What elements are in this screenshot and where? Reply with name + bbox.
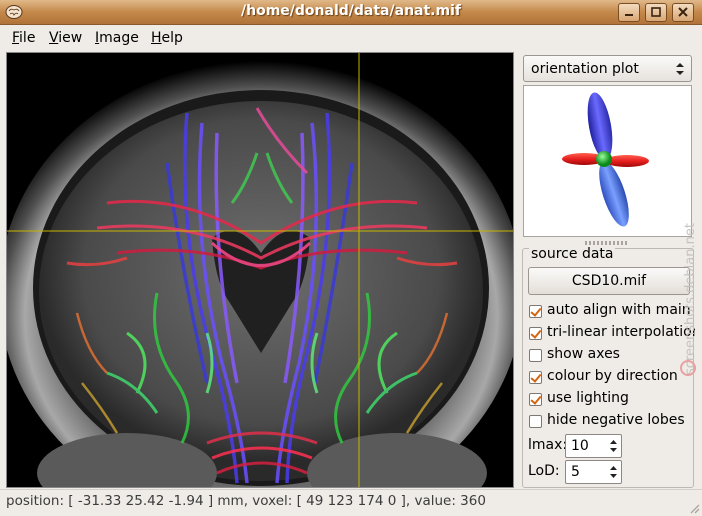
maximize-button[interactable]	[645, 3, 667, 22]
maximize-icon	[651, 7, 661, 17]
plot-mode-select[interactable]: orientation plot	[523, 55, 692, 82]
source-data-group: source data CSD10.mif auto align with ma…	[522, 246, 695, 488]
source-data-title: source data	[529, 246, 616, 262]
checkbox-trilinear-box[interactable]	[529, 327, 542, 340]
menu-file-mnemonic: F	[12, 30, 20, 46]
checkbox-auto-align-box[interactable]	[529, 305, 542, 318]
checkbox-use-lighting-box[interactable]	[529, 393, 542, 406]
lod-spinbox[interactable]: 5	[565, 460, 622, 484]
lmax-value[interactable]: 10	[571, 438, 589, 454]
menu-help[interactable]: Help	[151, 30, 183, 46]
plot-mode-value: orientation plot	[531, 61, 639, 77]
status-text: position: [ -31.33 25.42 -1.94 ] mm, vox…	[6, 493, 486, 509]
checkbox-hide-negative-label: hide negative lobes	[547, 412, 685, 428]
checkbox-hide-negative[interactable]: hide negative lobes	[529, 412, 695, 432]
menu-view-mnemonic: V	[49, 30, 59, 46]
checkbox-show-axes-label: show axes	[547, 346, 620, 362]
orientation-glyph-view[interactable]	[523, 85, 692, 237]
minimize-button[interactable]	[618, 3, 640, 22]
source-file-button[interactable]: CSD10.mif	[528, 267, 690, 295]
menu-file[interactable]: File	[12, 30, 35, 46]
checkbox-hide-negative-box[interactable]	[529, 415, 542, 428]
brain-tractography-image	[7, 53, 513, 487]
checkbox-use-lighting[interactable]: use lighting	[529, 390, 695, 410]
checkbox-trilinear-label: tri-linear interpolation	[547, 324, 695, 340]
checkbox-auto-align[interactable]: auto align with main view	[529, 302, 695, 322]
checkbox-colour-direction[interactable]: colour by direction	[529, 368, 695, 388]
checkbox-auto-align-label: auto align with main view	[547, 302, 695, 318]
lmax-label: lmax:	[528, 437, 568, 453]
checkbox-show-axes-box[interactable]	[529, 349, 542, 362]
menu-help-label: elp	[161, 30, 183, 46]
close-icon	[678, 7, 688, 17]
menu-image[interactable]: Image	[95, 30, 139, 46]
lmax-spinbox[interactable]: 10	[565, 434, 622, 458]
checkbox-colour-direction-label: colour by direction	[547, 368, 678, 384]
resize-grip-icon[interactable]	[688, 502, 700, 514]
close-button[interactable]	[672, 3, 694, 22]
minimize-icon	[625, 14, 633, 16]
checkbox-use-lighting-label: use lighting	[547, 390, 629, 406]
watermark: screenshots.debian.net	[680, 223, 698, 376]
orientation-glyph	[562, 92, 649, 227]
spin-arrows-icon[interactable]	[607, 462, 620, 482]
title-bar[interactable]: /home/donald/data/anat.mif	[0, 0, 702, 25]
image-viewport[interactable]	[6, 52, 514, 488]
lod-label: LoD:	[528, 463, 560, 479]
lod-value[interactable]: 5	[571, 464, 580, 480]
menu-view-label: iew	[58, 30, 83, 46]
panel-splitter[interactable]	[585, 241, 629, 245]
window-title: /home/donald/data/anat.mif	[241, 3, 461, 19]
menu-bar: File View Image Help	[0, 25, 702, 51]
menu-file-label: ile	[19, 30, 36, 46]
checkbox-trilinear[interactable]: tri-linear interpolation	[529, 324, 695, 344]
checkbox-show-axes[interactable]: show axes	[529, 346, 695, 366]
spin-arrows-icon[interactable]	[607, 436, 620, 456]
watermark-text: screenshots.debian.net	[683, 223, 698, 375]
updown-arrows-icon	[676, 63, 684, 75]
checkbox-colour-direction-box[interactable]	[529, 371, 542, 384]
menu-help-mnemonic: H	[151, 30, 162, 46]
status-bar: position: [ -31.33 25.42 -1.94 ] mm, vox…	[0, 489, 702, 516]
side-panel: orientation plot source data CSD10.mif a…	[519, 52, 696, 488]
menu-image-label: mage	[99, 30, 139, 46]
menu-view[interactable]: View	[49, 30, 82, 46]
